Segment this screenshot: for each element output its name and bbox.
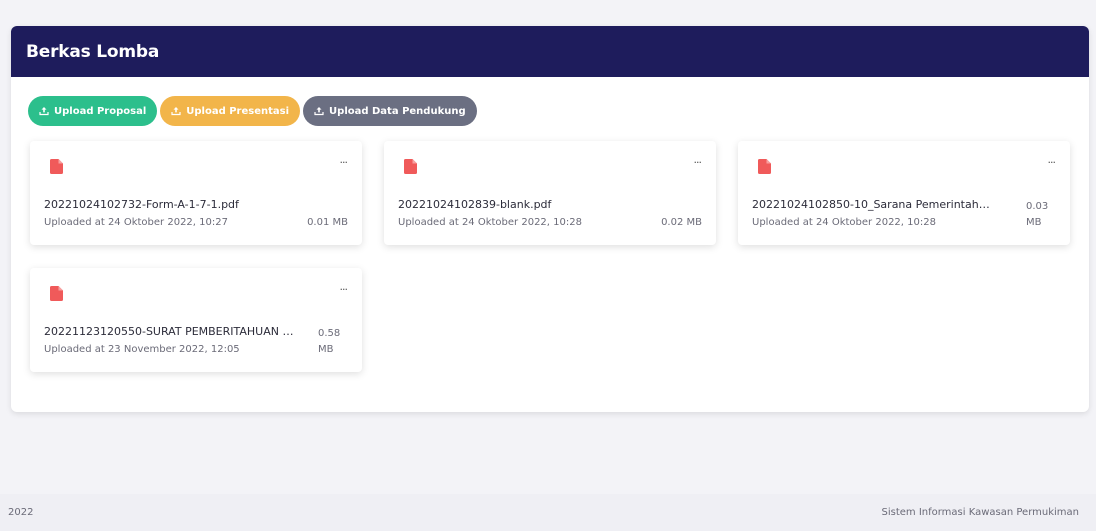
file-card[interactable]: ··· 20221024102839-blank.pdf Uploaded at… [384, 141, 716, 245]
footer-year: 2022 [8, 507, 34, 518]
footer: 2022 Sistem Informasi Kawasan Permukiman [0, 494, 1096, 531]
upload-proposal-label: Upload Proposal [54, 105, 147, 117]
file-upload-date: Uploaded at 24 Oktober 2022, 10:28 [398, 217, 582, 228]
upload-icon [314, 106, 324, 116]
pdf-file-icon [404, 159, 417, 174]
berkas-lomba-card: Berkas Lomba Upload Proposal Upload Pres… [11, 26, 1089, 412]
upload-icon [171, 106, 181, 116]
file-card[interactable]: ··· 20221024102850-10_Sarana Pemerintah…… [738, 141, 1070, 245]
file-menu-button[interactable]: ··· [1048, 157, 1056, 168]
upload-proposal-button[interactable]: Upload Proposal [28, 96, 158, 126]
file-menu-button[interactable]: ··· [340, 284, 348, 295]
page: Berkas Lomba Upload Proposal Upload Pres… [0, 0, 1096, 531]
file-upload-date: Uploaded at 23 November 2022, 12:05 [44, 344, 240, 355]
file-name[interactable]: 20221024102839-blank.pdf [398, 198, 653, 211]
upload-icon [39, 106, 49, 116]
footer-app-name: Sistem Informasi Kawasan Permukiman [881, 507, 1079, 518]
upload-data-pendukung-button[interactable]: Upload Data Pendukung [303, 96, 477, 126]
pdf-file-icon [50, 286, 63, 301]
upload-data-pendukung-label: Upload Data Pendukung [329, 105, 466, 117]
card-title: Berkas Lomba [26, 41, 160, 62]
file-name[interactable]: 20221024102732-Form-A-1-7-1.pdf [44, 198, 299, 211]
file-name[interactable]: 20221123120550-SURAT PEMBERITAHUAN ES… [44, 325, 299, 338]
file-name[interactable]: 20221024102850-10_Sarana Pemerintah… [752, 198, 1007, 211]
file-upload-date: Uploaded at 24 Oktober 2022, 10:28 [752, 217, 936, 228]
file-size: 0.58 MB [318, 328, 341, 355]
file-menu-button[interactable]: ··· [340, 157, 348, 168]
upload-presentasi-button[interactable]: Upload Presentasi [160, 96, 301, 126]
file-list: ··· 20221024102732-Form-A-1-7-1.pdf Uplo… [30, 141, 1089, 381]
file-size: 0.02 MB [661, 217, 702, 228]
file-card[interactable]: ··· 20221024102732-Form-A-1-7-1.pdf Uplo… [30, 141, 362, 245]
file-upload-date: Uploaded at 24 Oktober 2022, 10:27 [44, 217, 228, 228]
pdf-file-icon [758, 159, 771, 174]
file-size: 0.03 MB [1026, 201, 1049, 228]
file-card[interactable]: ··· 20221123120550-SURAT PEMBERITAHUAN E… [30, 268, 362, 372]
card-header: Berkas Lomba [11, 26, 1089, 77]
upload-presentasi-label: Upload Presentasi [186, 105, 290, 117]
upload-button-row: Upload Proposal Upload Presentasi Upload… [28, 96, 477, 126]
pdf-file-icon [50, 159, 63, 174]
file-size: 0.01 MB [307, 217, 348, 228]
file-menu-button[interactable]: ··· [694, 157, 702, 168]
